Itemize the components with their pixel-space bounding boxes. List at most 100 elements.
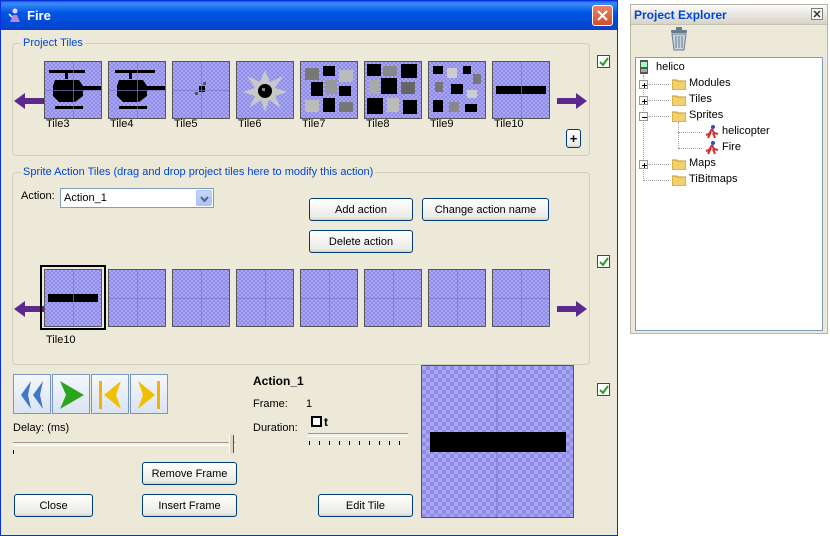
tile-label: Tile9 [430, 118, 454, 130]
collapse-sprites-toggle[interactable] [639, 112, 648, 121]
tree-item-tibitmaps[interactable]: TiBitmaps [689, 173, 738, 185]
tree-item-maps[interactable]: Maps [689, 157, 716, 169]
rewind-icon [21, 381, 43, 409]
action-frame-1[interactable] [44, 269, 102, 327]
insert-frame-button[interactable]: Insert Frame [142, 494, 237, 517]
remove-frame-button[interactable]: Remove Frame [142, 462, 237, 485]
delay-label: Delay: (ms) [13, 422, 70, 434]
change-action-name-button[interactable]: Change action name [422, 198, 549, 221]
delay-slider-track[interactable] [13, 442, 235, 446]
project-tile-5[interactable] [172, 61, 230, 119]
frame-label: Frame: [253, 398, 288, 410]
action-select[interactable]: Action_1 [60, 188, 214, 208]
action-frame-empty[interactable] [172, 269, 230, 327]
last-frame-icon [138, 381, 160, 409]
explosion-tile-art [243, 70, 287, 112]
folder-icon [672, 95, 686, 106]
delay-slider-tick [13, 450, 14, 454]
play-icon [60, 381, 84, 409]
check-icon [599, 385, 609, 395]
action-tiles-scroll-right-icon[interactable] [557, 299, 587, 319]
project-tile-9[interactable] [428, 61, 486, 119]
tree-sprite-helicopter[interactable]: helicopter [722, 125, 770, 137]
bar-tile-art [430, 366, 566, 517]
project-tiles-label: Project Tiles [21, 37, 85, 49]
folder-icon [672, 159, 686, 170]
project-tile-7[interactable] [300, 61, 358, 119]
check-icon [599, 57, 609, 67]
project-tiles-checkbox[interactable] [597, 55, 610, 68]
plus-icon [642, 83, 647, 88]
tile-label: Tile8 [366, 118, 390, 130]
trash-icon[interactable] [668, 27, 690, 51]
tree-item-sprites[interactable]: Sprites [689, 109, 723, 121]
preview-checkbox[interactable] [597, 383, 610, 396]
project-tile-6[interactable] [236, 61, 294, 119]
tree-item-tiles[interactable]: Tiles [689, 93, 712, 105]
tile-label: Tile7 [302, 118, 326, 130]
action-frame-empty[interactable] [428, 269, 486, 327]
sprite-runner-icon [705, 125, 719, 139]
explorer-close-button[interactable] [811, 8, 823, 20]
action-frame-empty[interactable] [236, 269, 294, 327]
delay-slider-thumb[interactable] [229, 435, 234, 453]
tree-root-helico[interactable]: helico [656, 61, 685, 73]
sprite-action-tiles-label: Sprite Action Tiles (drag and drop proje… [21, 166, 376, 178]
delete-action-button[interactable]: Delete action [309, 230, 413, 253]
explosion-tile-art [433, 66, 481, 112]
plus-icon [642, 163, 647, 168]
action-tiles-checkbox[interactable] [597, 255, 610, 268]
check-icon [599, 257, 609, 267]
action-frame-empty[interactable] [300, 269, 358, 327]
action-frame-empty[interactable] [492, 269, 550, 327]
window-title: Fire [27, 8, 51, 23]
tile-label: Tile4 [110, 118, 134, 130]
last-frame-button[interactable] [130, 374, 168, 414]
window-titlebar[interactable]: Fire [1, 1, 617, 30]
duration-label: Duration: [253, 422, 298, 434]
chevron-down-icon [200, 196, 209, 202]
rewind-button[interactable] [13, 374, 51, 414]
action-frame-empty[interactable] [108, 269, 166, 327]
project-tile-8[interactable] [364, 61, 422, 119]
action-select-dropdown-button[interactable] [196, 190, 212, 206]
expand-maps-toggle[interactable] [639, 160, 648, 169]
action-frame-empty[interactable] [364, 269, 422, 327]
project-root-icon [640, 60, 648, 74]
sprite-app-icon [8, 8, 20, 22]
sprite-runner-icon [705, 141, 719, 155]
window-close-button[interactable] [592, 5, 613, 26]
fire-window: Fire Project Tiles Tile3 Tile4 Tile5 Til… [0, 0, 618, 536]
project-tile-10[interactable] [492, 61, 550, 119]
add-action-button[interactable]: Add action [309, 198, 413, 221]
minus-icon [642, 117, 647, 118]
project-tiles-scroll-left-icon[interactable] [14, 91, 44, 111]
explorer-titlebar: Project Explorer [631, 5, 827, 25]
explorer-title: Project Explorer [634, 8, 727, 22]
project-tree: helico Modules Tiles Sprites helicopter … [635, 57, 823, 331]
current-action-name: Action_1 [253, 374, 304, 388]
duration-slider-track[interactable] [308, 433, 408, 437]
frame-value: 1 [306, 398, 313, 410]
folder-icon [672, 175, 686, 186]
expand-tiles-toggle[interactable] [639, 96, 648, 105]
plus-icon [642, 99, 647, 104]
duration-box[interactable] [311, 416, 322, 427]
add-tile-button[interactable]: + [566, 129, 581, 148]
project-tiles-scroll-right-icon[interactable] [557, 91, 587, 111]
close-icon [813, 10, 821, 18]
duration-slider-ticks [309, 441, 408, 445]
tree-sprite-fire[interactable]: Fire [722, 141, 741, 153]
play-button[interactable] [52, 374, 90, 414]
tree-item-modules[interactable]: Modules [689, 77, 731, 89]
first-frame-button[interactable] [91, 374, 129, 414]
project-tile-4[interactable] [108, 61, 166, 119]
close-icon [597, 10, 608, 21]
explosion-tile-art [367, 64, 417, 114]
close-button[interactable]: Close [14, 494, 93, 517]
project-tile-3[interactable] [44, 61, 102, 119]
explosion-tile-art [305, 66, 353, 112]
expand-modules-toggle[interactable] [639, 80, 648, 89]
project-explorer-panel: Project Explorer helico Modules Tiles Sp… [630, 4, 828, 334]
edit-tile-button[interactable]: Edit Tile [318, 494, 413, 517]
